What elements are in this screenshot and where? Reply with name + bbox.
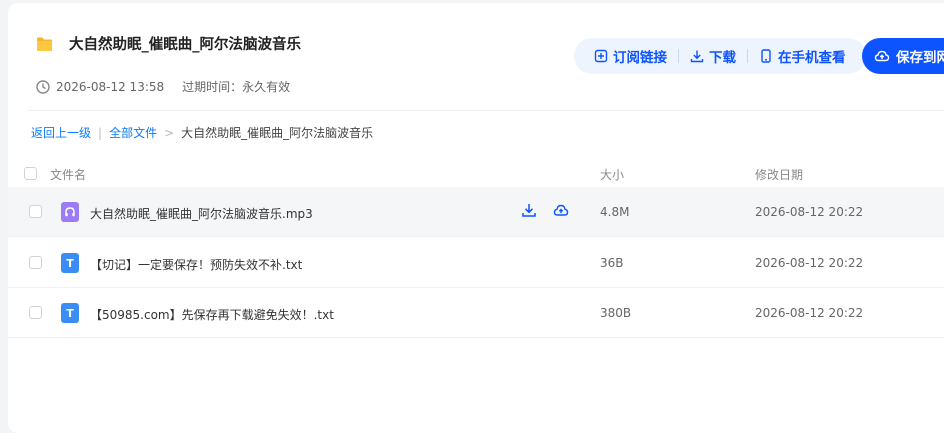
download-button[interactable]: 下载 — [682, 46, 744, 66]
column-header-date: 修改日期 — [755, 168, 804, 182]
subscribe-icon — [594, 49, 608, 63]
divider — [678, 49, 679, 63]
folder-icon — [37, 37, 52, 51]
row-checkbox[interactable] — [29, 306, 42, 319]
select-all-checkbox[interactable] — [24, 167, 37, 180]
download-icon — [690, 50, 704, 63]
subscribe-label: 订阅链接 — [613, 50, 667, 66]
phone-icon — [761, 49, 771, 63]
cloud-save-icon[interactable] — [553, 202, 569, 218]
share-date: 2026-08-12 13:58 — [56, 79, 165, 94]
expire-value: 永久有效 — [242, 80, 291, 94]
mobile-label: 在手机查看 — [778, 50, 846, 66]
table-row[interactable]: 大自然助眠_催眠曲_阿尔法脑波音乐.mp3 4.8M 2026-08-12 20… — [8, 187, 944, 237]
expire-label: 过期时间： — [182, 80, 243, 94]
file-size: 4.8M — [600, 205, 630, 219]
text-file-icon: T — [61, 253, 79, 273]
action-bar: 订阅链接 下载 在手机查看 — [574, 38, 866, 74]
breadcrumb: 返回上一级 | 全部文件 > 大自然助眠_催眠曲_阿尔法脑波音乐 — [31, 124, 373, 141]
all-files-link[interactable]: 全部文件 — [109, 124, 157, 141]
cloud-upload-icon — [874, 50, 890, 62]
header-divider — [28, 110, 944, 111]
view-on-mobile-button[interactable]: 在手机查看 — [751, 46, 854, 66]
save-label: 保存到网盘 — [896, 50, 944, 66]
column-header-name: 文件名 — [50, 168, 87, 182]
file-date: 2026-08-12 20:22 — [755, 205, 864, 219]
file-size: 36B — [600, 256, 624, 270]
audio-file-icon — [61, 202, 79, 222]
share-meta: 2026-08-12 13:58 过期时间： 永久有效 — [36, 78, 290, 95]
breadcrumb-separator: | — [98, 125, 103, 140]
table-row[interactable]: T 【50985.com】先保存再下载避免失效！.txt 380B 2026-0… — [8, 288, 944, 338]
file-date: 2026-08-12 20:22 — [755, 256, 864, 270]
save-to-netdisk-button[interactable]: 保存到网盘 — [862, 38, 944, 74]
file-name[interactable]: 【50985.com】先保存再下载避免失效！.txt — [90, 306, 334, 323]
share-card: 大自然助眠_催眠曲_阿尔法脑波音乐 2026-08-12 13:58 过期时间：… — [8, 3, 944, 433]
row-checkbox[interactable] — [29, 256, 42, 269]
download-icon[interactable] — [521, 202, 537, 218]
back-link[interactable]: 返回上一级 — [31, 124, 91, 141]
file-date: 2026-08-12 20:22 — [755, 306, 864, 320]
subscribe-button[interactable]: 订阅链接 — [586, 46, 675, 66]
divider — [747, 49, 748, 63]
header-title: 大自然助眠_催眠曲_阿尔法脑波音乐 — [36, 33, 301, 54]
row-checkbox[interactable] — [29, 205, 42, 218]
download-label: 下载 — [709, 50, 736, 66]
breadcrumb-separator: > — [164, 125, 175, 140]
file-name[interactable]: 【切记】一定要保存！预防失效不补.txt — [90, 256, 302, 273]
breadcrumb-current: 大自然助眠_催眠曲_阿尔法脑波音乐 — [181, 126, 374, 140]
file-name[interactable]: 大自然助眠_催眠曲_阿尔法脑波音乐.mp3 — [90, 205, 313, 222]
table-header: 文件名 大小 修改日期 — [8, 158, 944, 188]
clock-icon — [36, 79, 50, 94]
column-header-size: 大小 — [600, 168, 625, 182]
table-row[interactable]: T 【切记】一定要保存！预防失效不补.txt 36B 2026-08-12 20… — [8, 238, 944, 288]
file-size: 380B — [600, 306, 632, 320]
page-title: 大自然助眠_催眠曲_阿尔法脑波音乐 — [69, 37, 301, 53]
text-file-icon: T — [61, 303, 79, 323]
